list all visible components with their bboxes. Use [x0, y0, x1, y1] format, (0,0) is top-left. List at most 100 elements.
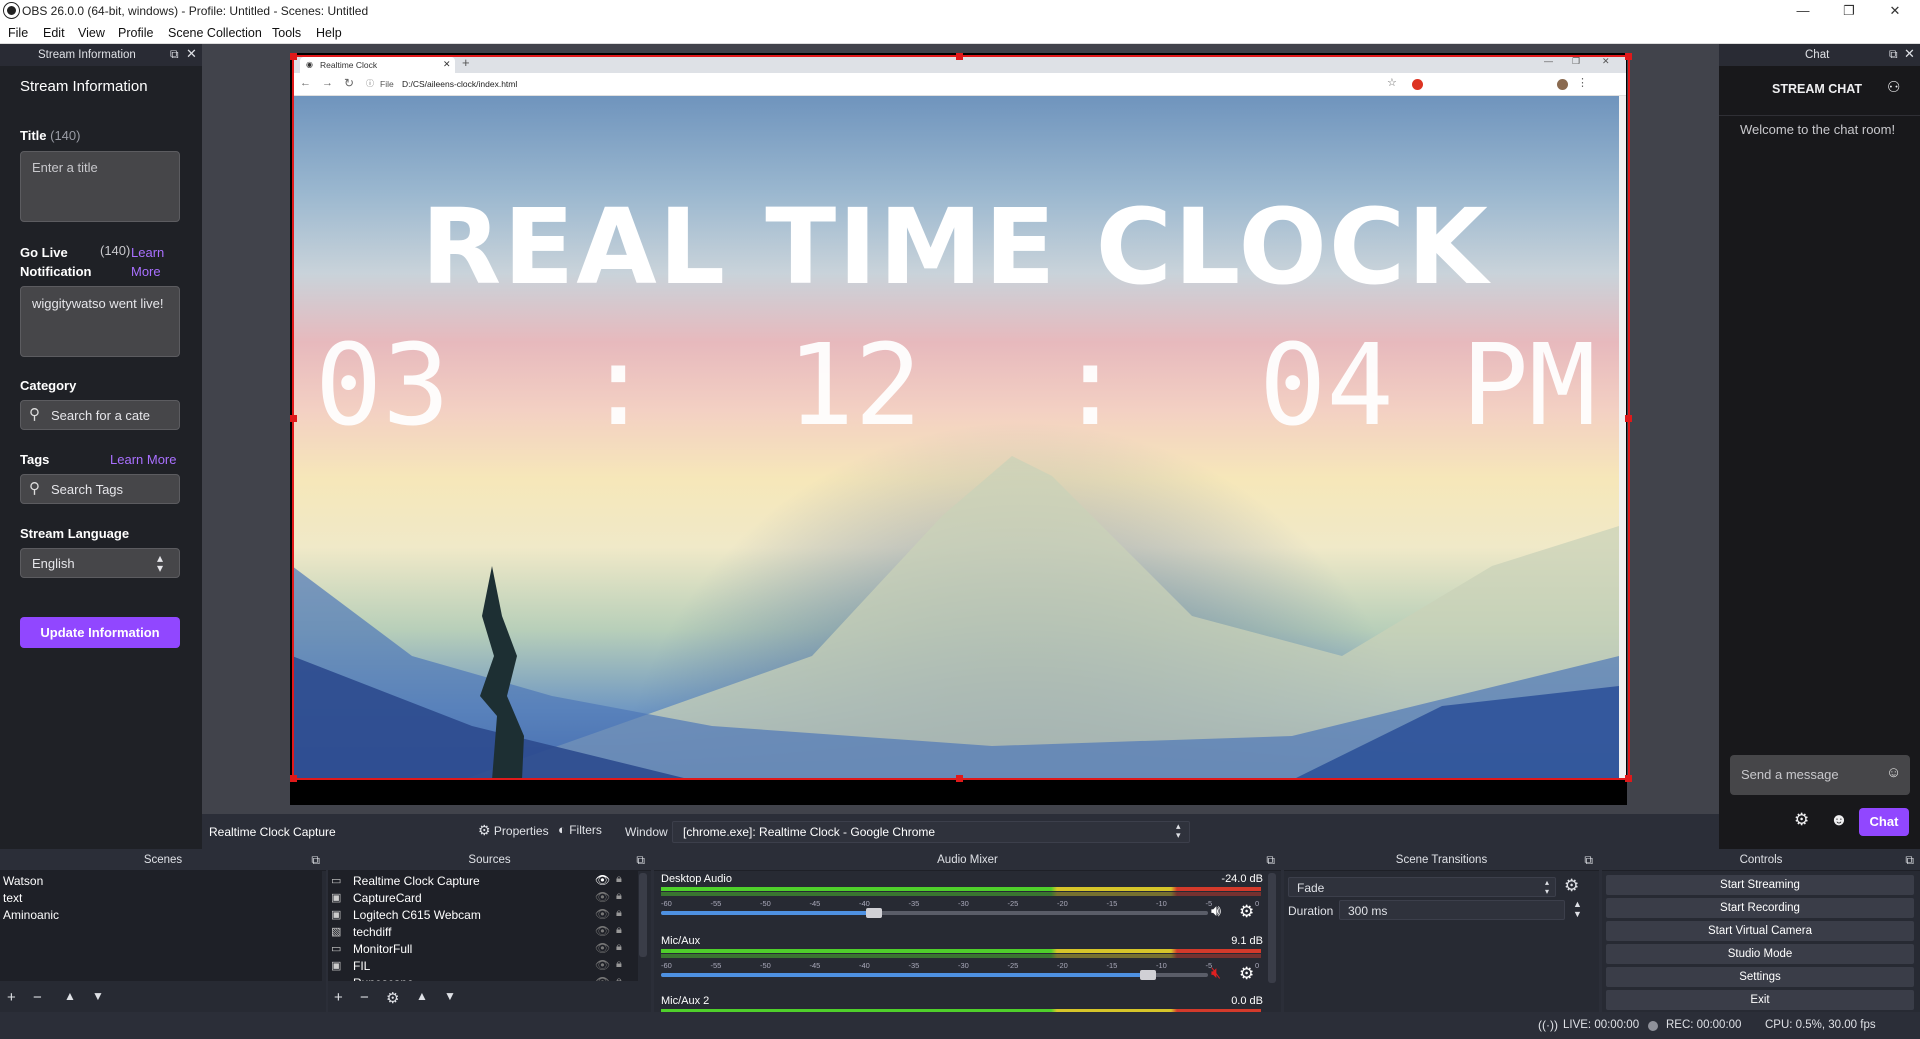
list-item[interactable]: Aminoanic — [3, 908, 59, 922]
chat-send-button[interactable]: Chat — [1859, 808, 1909, 836]
undock-icon[interactable]: ⧉ — [1889, 47, 1898, 62]
lock-icon[interactable]: 🔒︎ — [616, 924, 622, 937]
start-streaming-button[interactable]: Start Streaming — [1606, 875, 1914, 895]
menu-tools[interactable]: Tools — [272, 26, 301, 40]
visibility-eye-icon[interactable]: 👁 — [595, 924, 610, 938]
visibility-eye-icon[interactable]: 👁 — [595, 975, 610, 981]
close-icon[interactable]: ✕ — [1904, 46, 1915, 62]
lock-icon[interactable]: 🔒︎ — [616, 890, 622, 903]
source-row[interactable]: ▣ CaptureCard 👁 🔒︎ — [328, 890, 638, 908]
menu-scene-collection[interactable]: Scene Collection — [168, 26, 262, 40]
list-item[interactable]: Watson — [3, 874, 43, 888]
resize-handle[interactable] — [1625, 415, 1632, 422]
visibility-eye-icon[interactable]: 👁 — [595, 873, 610, 887]
source-row[interactable]: ▭ Realtime Clock Capture 👁 🔒︎ — [328, 873, 638, 891]
scrollbar[interactable] — [639, 873, 647, 957]
visibility-eye-icon[interactable]: 👁 — [595, 941, 610, 955]
lock-icon[interactable]: 🔒︎ — [616, 975, 622, 981]
lock-icon[interactable]: 🔒︎ — [616, 941, 622, 954]
undock-icon[interactable]: ⧉ — [1905, 849, 1914, 871]
scenes-list[interactable]: Watson text Aminoanic — [0, 871, 322, 981]
start-recording-button[interactable]: Start Recording — [1606, 898, 1914, 918]
visibility-eye-icon[interactable]: 👁 — [595, 890, 610, 904]
chevron-updown-icon: ▴ ▾ — [1176, 821, 1181, 840]
gear-icon[interactable]: ⚙ — [386, 989, 399, 1007]
properties-button[interactable]: ⚙ Properties — [478, 822, 549, 842]
chat-input[interactable]: Send a message ☺ — [1730, 755, 1910, 795]
minimize-button[interactable]: — — [1780, 0, 1826, 22]
resize-handle[interactable] — [956, 775, 963, 782]
visibility-eye-icon[interactable]: 👁 — [595, 958, 610, 972]
learn-more-link[interactable]: Learn More — [131, 243, 171, 281]
tags-search[interactable]: ⚲ Search Tags — [20, 474, 180, 504]
speaker-icon[interactable]: 🔊︎ — [1211, 903, 1221, 921]
users-icon[interactable]: ⚇ — [1887, 78, 1900, 96]
transition-settings-icon[interactable]: ⚙ — [1564, 876, 1579, 896]
undock-icon[interactable]: ⧉ — [1584, 849, 1593, 871]
tags-learn-more-link[interactable]: Learn More — [110, 452, 176, 467]
undock-icon[interactable]: ⧉ — [311, 849, 320, 871]
add-icon[interactable]: + — [334, 989, 343, 1006]
bits-icon[interactable]: ☻ — [1830, 810, 1848, 830]
move-up-icon[interactable]: ▲ — [64, 989, 76, 1003]
studio-mode-button[interactable]: Studio Mode — [1606, 944, 1914, 964]
language-select[interactable]: English ▴ ▾ — [20, 548, 180, 578]
muted-speaker-icon[interactable]: 🔇︎ — [1211, 965, 1221, 983]
emote-icon[interactable]: ☺ — [1886, 764, 1901, 781]
remove-icon[interactable]: − — [360, 989, 369, 1006]
resize-handle[interactable] — [956, 53, 963, 60]
restore-button[interactable]: ❐ — [1826, 0, 1872, 22]
duration-spinbox[interactable]: 300 ms — [1339, 900, 1565, 920]
chat-settings-icon[interactable]: ⚙ — [1794, 810, 1809, 830]
settings-button[interactable]: Settings — [1606, 967, 1914, 987]
menu-profile[interactable]: Profile — [118, 26, 153, 40]
sources-list[interactable]: ▭ Realtime Clock Capture 👁 🔒︎ ▣ CaptureCard 👁 🔒… — [328, 871, 638, 981]
source-row[interactable]: ▭ Runescape 👁 🔒︎ — [328, 975, 638, 981]
title-input[interactable]: Enter a title — [20, 151, 180, 222]
meter-tick-label: -45 — [809, 899, 821, 908]
source-row[interactable]: ▣ FIL 👁 🔒︎ — [328, 958, 638, 976]
remove-icon[interactable]: − — [33, 989, 42, 1006]
channel-settings-icon[interactable]: ⚙ — [1239, 964, 1254, 984]
undock-icon[interactable]: ⧉ — [170, 47, 179, 62]
add-icon[interactable]: + — [7, 989, 16, 1006]
category-search[interactable]: ⚲ Search for a cate — [20, 400, 180, 430]
move-down-icon[interactable]: ▼ — [92, 989, 104, 1003]
exit-button[interactable]: Exit — [1606, 990, 1914, 1010]
menu-edit[interactable]: Edit — [43, 26, 65, 40]
start-virtual-camera-button[interactable]: Start Virtual Camera — [1606, 921, 1914, 941]
spin-arrows-icon[interactable]: ▲ ▼ — [1573, 899, 1582, 919]
source-row[interactable]: ▧ techdiff 👁 🔒︎ — [328, 924, 638, 942]
undock-icon[interactable]: ⧉ — [1266, 849, 1275, 871]
resize-handle[interactable] — [290, 53, 297, 60]
lock-icon[interactable]: 🔒︎ — [616, 958, 622, 971]
menu-view[interactable]: View — [78, 26, 105, 40]
transition-select[interactable]: Fade ▴ ▾ — [1288, 877, 1556, 897]
volume-slider-handle[interactable] — [866, 908, 882, 918]
scrollbar[interactable] — [1268, 873, 1276, 983]
list-item[interactable]: text — [3, 891, 22, 905]
filters-button[interactable]: ◐ Filters — [558, 822, 602, 842]
menu-help[interactable]: Help — [316, 26, 342, 40]
move-down-icon[interactable]: ▼ — [444, 989, 456, 1003]
source-row[interactable]: ▭ MonitorFull 👁 🔒︎ — [328, 941, 638, 959]
volume-slider-handle[interactable] — [1140, 970, 1156, 980]
visibility-eye-icon[interactable]: 👁 — [595, 907, 610, 921]
update-information-button[interactable]: Update Information — [20, 617, 180, 648]
source-row[interactable]: ▣ Logitech C615 Webcam 👁 🔒︎ — [328, 907, 638, 925]
lock-icon[interactable]: 🔒︎ — [616, 873, 622, 886]
resize-handle[interactable] — [290, 775, 297, 782]
undock-icon[interactable]: ⧉ — [636, 849, 645, 871]
channel-settings-icon[interactable]: ⚙ — [1239, 902, 1254, 922]
resize-handle[interactable] — [290, 415, 297, 422]
resize-handle[interactable] — [1625, 53, 1632, 60]
move-up-icon[interactable]: ▲ — [416, 989, 428, 1003]
close-icon[interactable]: ✕ — [186, 46, 197, 62]
close-button[interactable]: ✕ — [1872, 0, 1918, 22]
window-select[interactable]: [chrome.exe]: Realtime Clock - Google Ch… — [672, 821, 1190, 843]
menu-file[interactable]: File — [8, 26, 28, 40]
lock-icon[interactable]: 🔒︎ — [616, 907, 622, 920]
source-selection-box[interactable] — [290, 53, 1632, 782]
resize-handle[interactable] — [1625, 775, 1632, 782]
go-live-input[interactable]: wiggitywatso went live! — [20, 286, 180, 357]
